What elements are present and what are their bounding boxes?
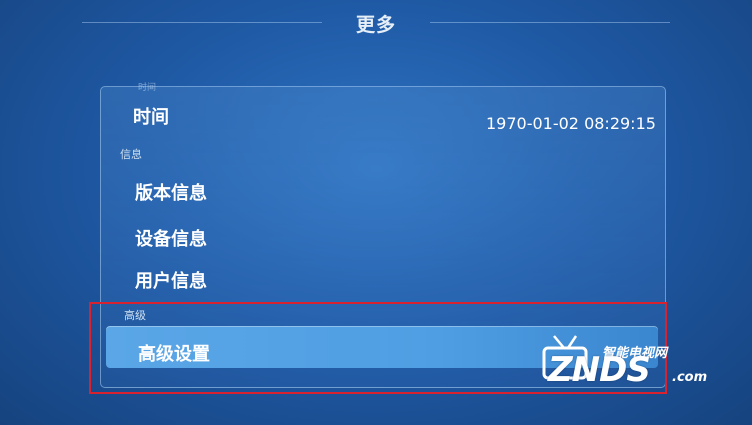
page-title: 更多 [355, 14, 396, 36]
time-value: 1970-01-02 08:29:15 [486, 114, 656, 133]
section-info-title: 信息 [120, 148, 142, 161]
time-label: 时间 [133, 107, 169, 128]
menu-item-device-info[interactable]: 设备信息 [135, 225, 207, 251]
menu-item-user-info[interactable]: 用户信息 [135, 267, 207, 293]
watermark-suffix: .com [672, 370, 708, 385]
menu-item-version-info[interactable]: 版本信息 [135, 179, 207, 205]
watermark-main: ZNDS [548, 350, 651, 390]
panel-top-hint: 时间 [138, 83, 157, 93]
